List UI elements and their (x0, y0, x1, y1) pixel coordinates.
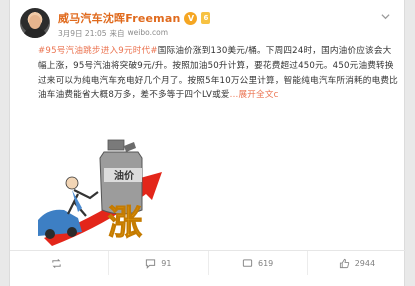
chat-icon (242, 258, 253, 267)
comment-button[interactable]: 91 (109, 251, 209, 275)
comment-count: 91 (161, 258, 172, 268)
like-button[interactable]: 2944 (308, 251, 406, 275)
source-prefix: 来自 (109, 29, 125, 38)
oil-can-label: 油价 (114, 169, 135, 182)
author-avatar[interactable] (20, 8, 50, 38)
topic-link[interactable]: #95号汽油跳步进入9元时代# (38, 46, 158, 56)
repost-button[interactable] (10, 251, 110, 275)
avatar-suit (23, 28, 47, 38)
quote-button[interactable]: 619 (209, 251, 308, 275)
expand-full-text-link[interactable]: ...展开全文c (230, 90, 279, 100)
level-badge: 6 (201, 12, 211, 24)
post-source[interactable]: weibo.com (128, 28, 168, 39)
post-date[interactable]: 3月9日 21:05 (58, 28, 107, 39)
person-head-shape (65, 176, 79, 190)
author-name[interactable]: 威马汽车沈晖Freeman (58, 10, 180, 26)
rise-character: 涨 (108, 203, 142, 243)
post-image[interactable]: 油价 涨 (38, 128, 168, 247)
comment-icon (146, 258, 156, 269)
post-body: #95号汽油跳步进入9元时代#国际油价涨到130美元/桶。下周四24时，国内油价… (38, 44, 400, 103)
like-count: 2944 (354, 258, 376, 268)
author-row: 威马汽车沈晖Freeman V 6 (58, 10, 211, 26)
action-bar: 91 619 2944 (10, 251, 406, 275)
quote-count: 619 (257, 258, 274, 268)
avatar-face (29, 15, 41, 29)
repost-icon (52, 258, 61, 268)
weibo-post-card: 威马汽车沈晖Freeman V 6 3月9日 21:05 来自 weibo.co… (9, 0, 406, 286)
verified-badge-icon: V (184, 11, 198, 25)
post-meta: 3月9日 21:05 来自 weibo.com (58, 28, 168, 39)
chevron-down-icon[interactable] (381, 12, 390, 21)
thumbs-up-icon (339, 258, 349, 268)
